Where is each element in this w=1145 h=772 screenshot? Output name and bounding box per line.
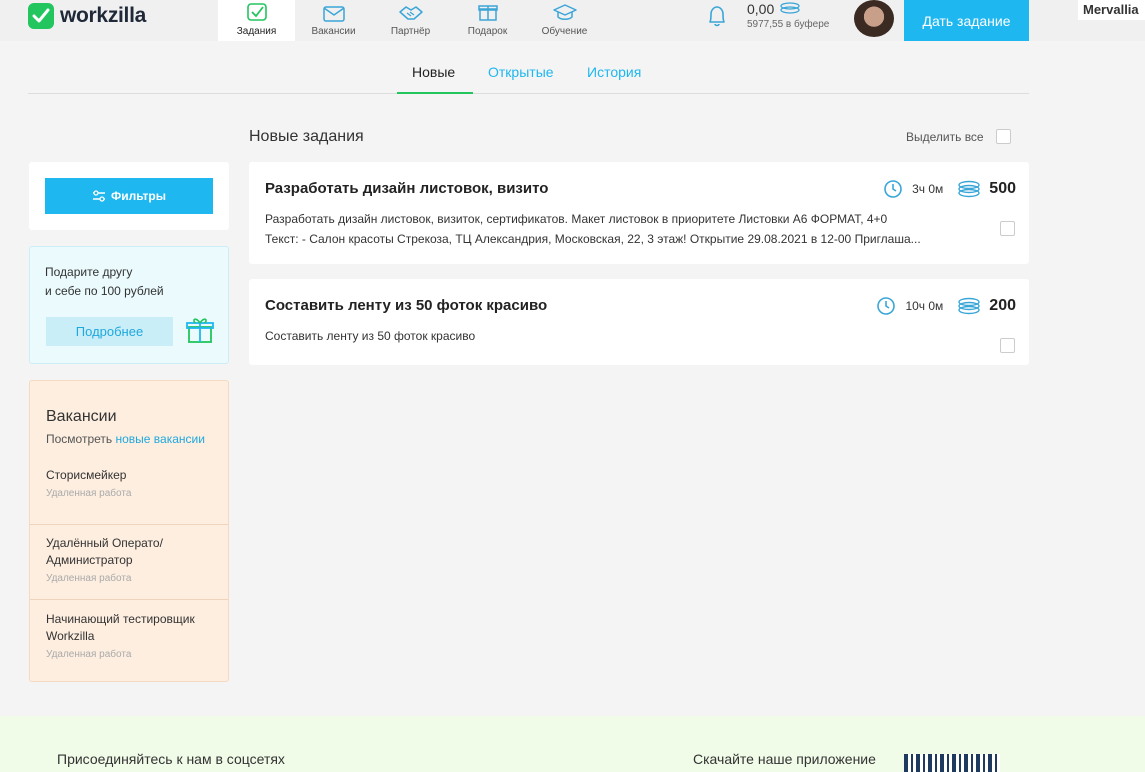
nav-label: Партнёр [390, 26, 431, 37]
buffer-amount: 5977,55 в буфере [747, 19, 830, 30]
task-title[interactable]: Составить ленту из 50 фоток красиво [265, 297, 547, 314]
task-description: Составить ленту из 50 фоток красиво [265, 326, 985, 346]
vacancy-title: Сторисмейкер [46, 468, 127, 482]
graduation-cap-icon [552, 0, 577, 22]
nav-item-vacancies[interactable]: Вакансии [295, 0, 372, 41]
coins-icon [957, 297, 981, 315]
footer-social-text: Присоединяйтесь к нам в соцсетях [57, 751, 285, 767]
vacancy-type: Удаленная работа [46, 649, 132, 660]
logo-text: workzilla [60, 4, 146, 27]
section-title: Новые задания [249, 128, 364, 145]
task-description-line: Разработать дизайн листовок, визиток, се… [265, 212, 888, 226]
new-vacancies-link[interactable]: новые вакансии [116, 432, 205, 446]
gift-icon [477, 0, 498, 22]
nav-label: Задания [236, 26, 277, 37]
coins-icon [957, 180, 981, 198]
clock-icon [876, 296, 896, 316]
sliders-icon [92, 190, 106, 202]
referral-card: Подарите другу и себе по 100 рублей Подр… [29, 246, 229, 364]
filters-button[interactable]: Фильтры [45, 178, 213, 214]
footer: Присоединяйтесь к нам в соцсетях Скачайт… [0, 716, 1145, 772]
vacancy-item[interactable]: Удалённый Операто/Администратор Удаленна… [30, 524, 228, 600]
nav-item-partner[interactable]: Партнёр [372, 0, 449, 41]
filters-label: Фильтры [110, 189, 167, 203]
tab-new[interactable]: Новые [412, 64, 455, 80]
balance-block[interactable]: 0,00 5977,55 в буфере [747, 0, 830, 31]
vacancy-item[interactable]: Сторисмейкер Удаленная работа [30, 457, 228, 525]
task-time: 3ч 0м [912, 182, 944, 196]
active-tab-indicator [397, 92, 473, 94]
task-time: 10ч 0м [905, 299, 944, 313]
tab-open[interactable]: Открытые [488, 64, 554, 80]
task-price: 200 [989, 297, 1016, 314]
balance-amount: 0,00 [747, 0, 775, 17]
select-all[interactable]: Выделить все [906, 129, 1011, 144]
task-checkbox[interactable] [1000, 221, 1015, 236]
task-description-line: Составить ленту из 50 фоток красиво [265, 329, 476, 343]
handshake-icon [398, 0, 424, 22]
gift-box-icon [185, 315, 215, 349]
referral-text-line1: Подарите другу [45, 265, 133, 279]
vacancies-title: Вакансии [46, 408, 117, 425]
vacancy-title: Начинающий тестировщик Workzilla [46, 612, 195, 643]
task-description: Разработать дизайн листовок, визиток, се… [265, 209, 985, 249]
tasks-icon [246, 0, 268, 22]
user-avatar[interactable] [854, 0, 894, 37]
referral-text-line2: и себе по 100 рублей [45, 284, 164, 298]
logo-check-icon [28, 3, 54, 29]
filters-card: Фильтры [29, 162, 229, 230]
main-nav: Задания Вакансии Партнёр Подарок Обучени… [218, 0, 603, 41]
tab-history[interactable]: История [587, 64, 641, 80]
vacancy-title: Удалённый Операто/Администратор [46, 536, 163, 567]
vacancy-type: Удаленная работа [46, 488, 132, 499]
top-header: workzilla Задания Вакансии Партнёр Подар… [0, 0, 1145, 41]
task-price: 500 [989, 180, 1016, 197]
footer-app-text: Скачайте наше приложение [693, 751, 876, 767]
nav-item-gift[interactable]: Подарок [449, 0, 526, 41]
nav-label: Обучение [541, 26, 588, 37]
coins-icon [779, 0, 801, 17]
nav-item-learning[interactable]: Обучение [526, 0, 603, 41]
vacancy-item[interactable]: Начинающий тестировщик Workzilla Удаленн… [30, 599, 228, 681]
select-all-checkbox[interactable] [995, 129, 1011, 144]
qr-code-icon[interactable] [904, 754, 1000, 772]
task-card[interactable]: Разработать дизайн листовок, визито 3ч 0… [249, 162, 1029, 264]
task-title[interactable]: Разработать дизайн листовок, визито [265, 180, 548, 197]
task-checkbox[interactable] [1000, 338, 1015, 353]
select-all-label: Выделить все [906, 129, 984, 144]
nav-label: Вакансии [311, 26, 356, 37]
vacancies-card: Вакансии Посмотреть новые вакансии Стори… [29, 380, 229, 682]
give-task-button[interactable]: Дать задание [904, 0, 1029, 41]
clock-icon [883, 179, 903, 199]
referral-more-button[interactable]: Подробнее [46, 317, 173, 346]
nav-label: Подарок [467, 26, 508, 37]
vacancy-type: Удаленная работа [46, 573, 132, 584]
nav-item-tasks[interactable]: Задания [218, 0, 295, 41]
task-tabs: Новые Открытые История [28, 54, 1029, 94]
notifications-bell-icon[interactable] [704, 3, 730, 33]
username: Mervallia [1078, 0, 1145, 20]
mail-icon [322, 0, 345, 22]
vacancies-sub-prefix: Посмотреть [46, 432, 113, 446]
logo[interactable]: workzilla [28, 3, 146, 29]
task-card[interactable]: Составить ленту из 50 фоток красиво 10ч … [249, 279, 1029, 365]
task-description-line: Текст: - Салон красоты Стрекоза, ТЦ Алек… [265, 232, 921, 246]
